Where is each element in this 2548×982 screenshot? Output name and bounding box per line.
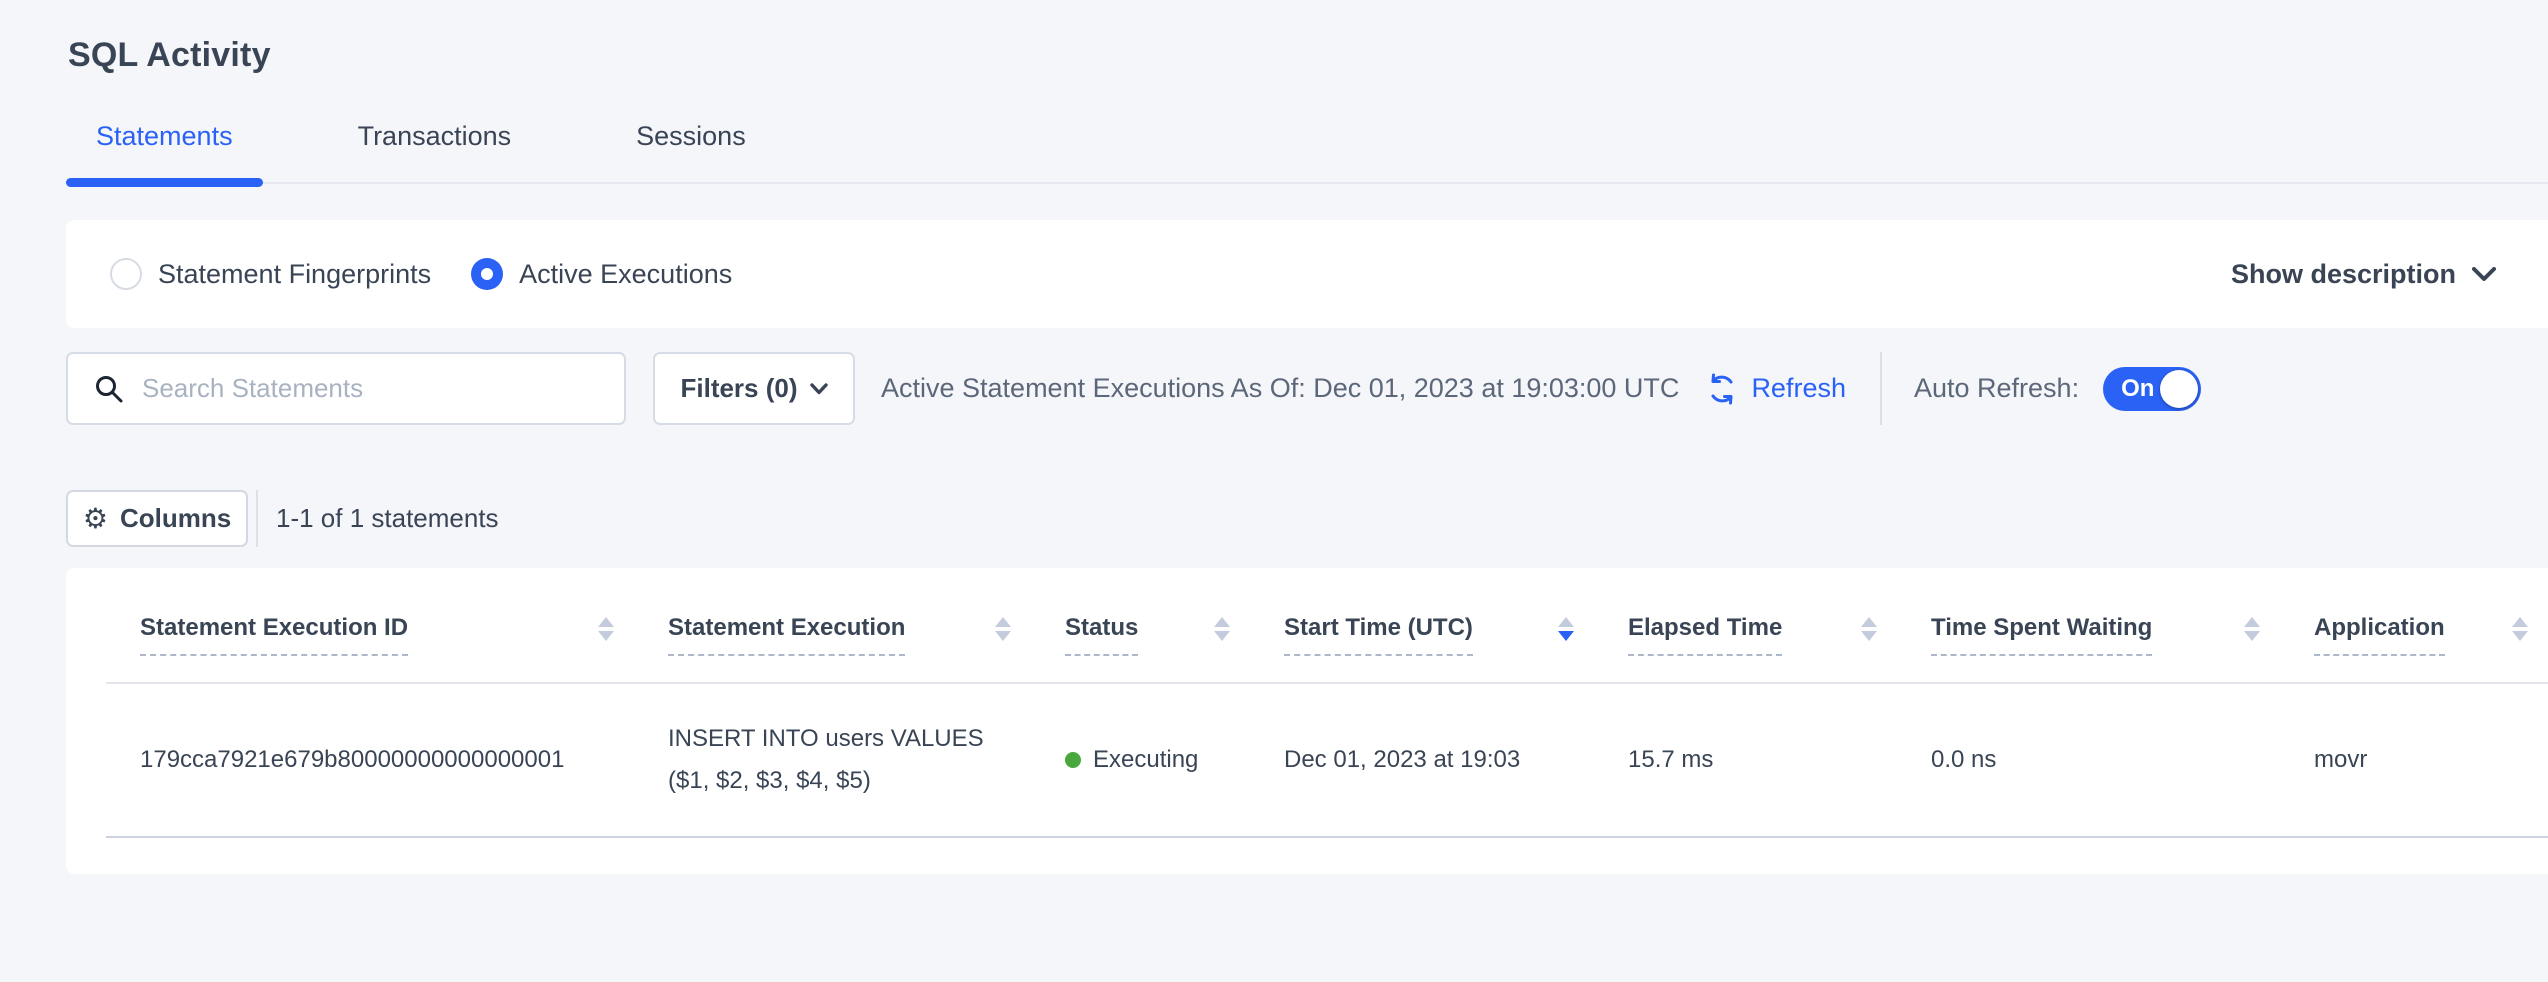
search-input-wrapper [66,352,626,425]
page-title: SQL Activity [0,0,2548,75]
radio-statement-fingerprints[interactable]: Statement Fingerprints [110,258,431,290]
chevron-down-icon [810,383,828,395]
status-executing-dot-icon [1065,752,1081,768]
auto-refresh-toggle[interactable]: On [2103,367,2201,411]
divider [256,490,258,547]
sort-icon[interactable] [995,614,1011,641]
sort-icon[interactable] [1861,614,1877,641]
refresh-icon [1705,372,1739,406]
columns-button[interactable]: ⚙ Columns [66,490,248,547]
sql-activity-page: SQL Activity Statements Transactions Ses… [0,0,2548,982]
table-toolbar: ⚙ Columns 1-1 of 1 statements [66,490,2548,547]
column-header-statement-execution[interactable]: Statement Execution [634,614,1031,656]
column-header-statement-execution-id[interactable]: Statement Execution ID [106,614,634,656]
search-icon [94,374,124,404]
result-count: 1-1 of 1 statements [276,503,499,534]
column-header-application[interactable]: Application [2280,614,2548,656]
statements-table-card: Statement Execution ID Statement Executi… [66,568,2548,874]
refresh-button[interactable]: Refresh [1705,372,1846,406]
filters-button-label: Filters (0) [680,373,797,404]
cell-elapsed-time: 15.7 ms [1594,746,1897,774]
view-mode-card: Statement Fingerprints Active Executions… [66,220,2548,328]
table-header-row: Statement Execution ID Statement Executi… [106,568,2548,684]
gear-icon: ⚙ [83,505,108,533]
cell-statement-execution[interactable]: INSERT INTO users VALUES ($1, $2, $3, $4… [634,718,1031,802]
statements-table: Statement Execution ID Statement Executi… [106,568,2548,838]
search-input[interactable] [142,373,582,404]
tab-statements-label: Statements [96,121,233,151]
tab-sessions[interactable]: Sessions [606,121,776,182]
cell-status: Executing [1031,746,1250,774]
show-description-button[interactable]: Show description [2231,259,2548,290]
refresh-button-label: Refresh [1751,373,1846,404]
cell-start-time: Dec 01, 2023 at 19:03 [1250,746,1594,774]
tab-transactions-label: Transactions [358,121,512,151]
table-row[interactable]: 179cca7921e679b80000000000000001 INSERT … [106,684,2548,838]
sort-icon[interactable] [2244,614,2260,641]
sort-icon[interactable] [2512,614,2528,641]
radio-active-executions[interactable]: Active Executions [471,258,732,290]
as-of-text: Active Statement Executions As Of: Dec 0… [881,373,1679,404]
filters-button[interactable]: Filters (0) [653,352,855,425]
column-header-status[interactable]: Status [1031,614,1250,656]
auto-refresh-label: Auto Refresh: [1914,373,2079,404]
cell-time-spent-waiting: 0.0 ns [1897,746,2280,774]
cell-application: movr [2280,746,2548,774]
controls-row: Filters (0) Active Statement Executions … [66,352,2548,425]
tab-transactions[interactable]: Transactions [328,121,542,182]
tab-bar: Statements Transactions Sessions [66,121,2548,184]
show-description-label: Show description [2231,259,2456,290]
column-header-time-spent-waiting[interactable]: Time Spent Waiting [1897,614,2280,656]
radio-unselected-icon [110,258,142,290]
tab-sessions-label: Sessions [636,121,746,151]
sort-icon[interactable] [1214,614,1230,641]
status-label: Executing [1093,746,1198,774]
columns-button-label: Columns [120,503,231,534]
chevron-down-icon [2472,267,2496,282]
divider [1880,352,1882,425]
sort-icon[interactable] [598,614,614,641]
column-header-start-time[interactable]: Start Time (UTC) [1250,614,1594,656]
tab-statements[interactable]: Statements [66,121,263,182]
toggle-knob [2160,370,2198,408]
radio-selected-icon [471,258,503,290]
sort-desc-active-icon[interactable] [1558,614,1574,641]
auto-refresh-toggle-state: On [2121,375,2154,403]
radio-statement-fingerprints-label: Statement Fingerprints [158,259,431,290]
cell-execution-id[interactable]: 179cca7921e679b80000000000000001 [106,746,634,774]
column-header-elapsed-time[interactable]: Elapsed Time [1594,614,1897,656]
radio-active-executions-label: Active Executions [519,259,732,290]
